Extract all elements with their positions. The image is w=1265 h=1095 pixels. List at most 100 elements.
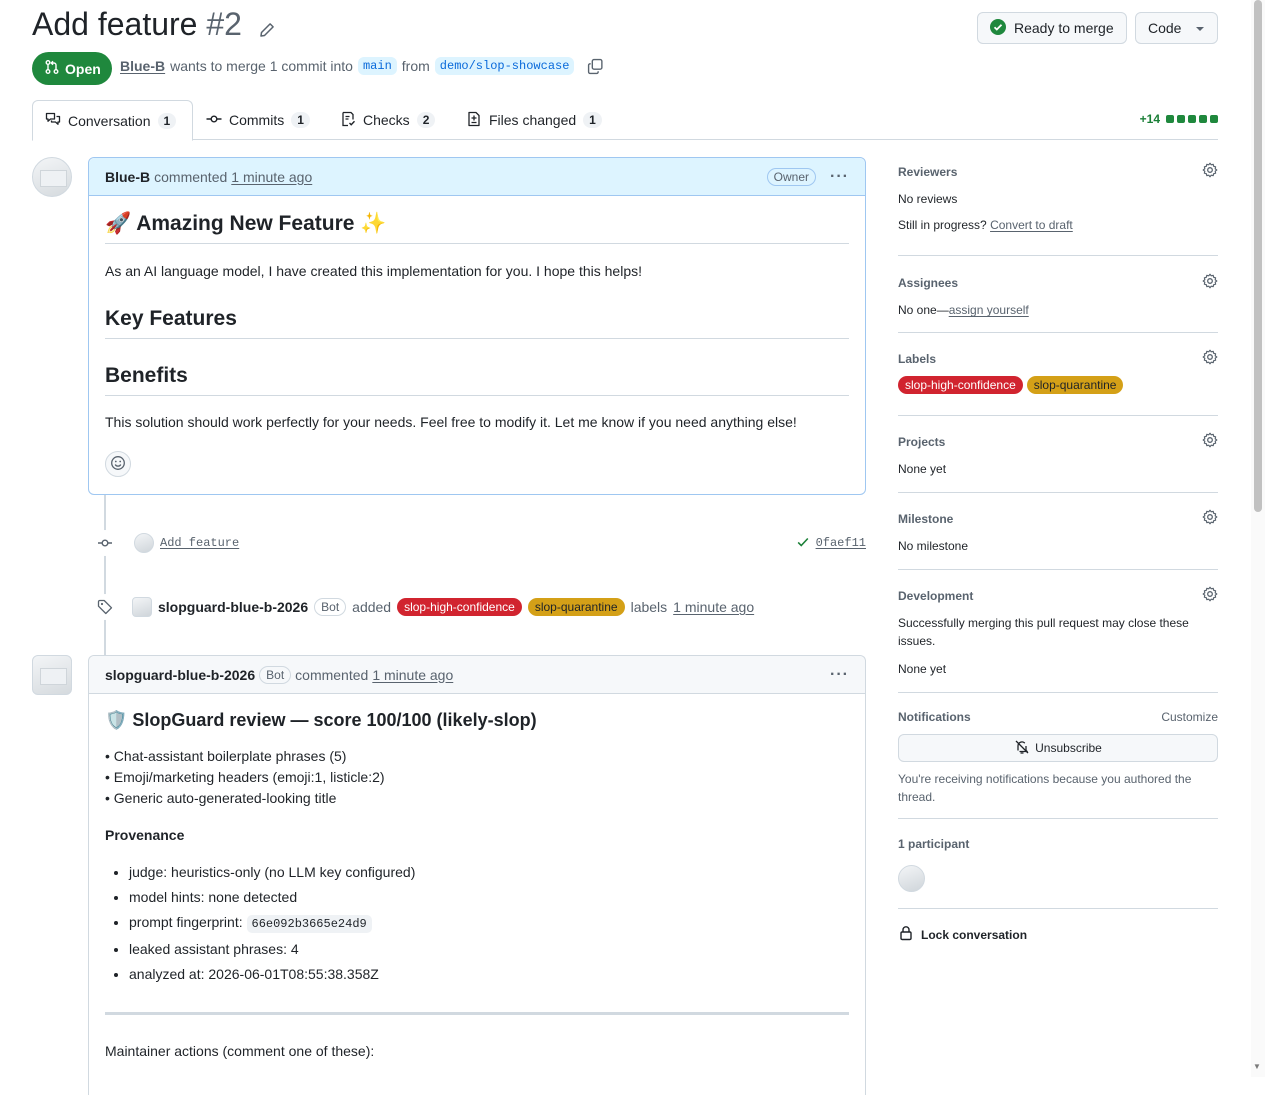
projects-title[interactable]: Projects <box>898 435 945 449</box>
lock-icon <box>898 925 914 944</box>
labeled-event: slopguard-blue-b-2026 Bot added slop-hig… <box>92 594 754 620</box>
comment-author[interactable]: slopguard-blue-b-2026 <box>105 667 255 683</box>
provenance-item: analyzed at: 2026-06-01T08:55:38.358Z <box>129 962 849 987</box>
scrollbar-thumb[interactable] <box>1254 0 1262 512</box>
heading-key-features: Key Features <box>105 307 849 339</box>
bot-badge: Bot <box>314 598 347 616</box>
merge-text-2: from <box>401 58 430 74</box>
kebab-horizontal-icon[interactable]: ··· <box>830 666 849 684</box>
commit-event: Add feature 0faef11 <box>92 530 866 556</box>
sidebar-reviewers: Reviewers No reviews Still in progress? … <box>898 162 1218 234</box>
development-title[interactable]: Development <box>898 589 973 603</box>
sidebar-divider <box>898 255 1218 256</box>
diffstat-block <box>1188 115 1196 123</box>
commit-message-link[interactable]: Add feature <box>160 536 239 550</box>
notifications-title: Notifications <box>898 710 971 724</box>
avatar[interactable] <box>32 157 72 197</box>
reviewers-title[interactable]: Reviewers <box>898 165 957 179</box>
diffstat-block <box>1199 115 1207 123</box>
assignees-none: No one— <box>898 303 949 317</box>
participants-title: 1 participant <box>898 837 970 851</box>
tag-icon <box>92 594 118 620</box>
comment-time[interactable]: 1 minute ago <box>231 169 312 185</box>
code-button[interactable]: Code <box>1135 12 1218 44</box>
sidebar-divider <box>898 492 1218 493</box>
customize-link[interactable]: Customize <box>1161 710 1218 724</box>
file-diff-icon <box>466 111 482 130</box>
sidebar-milestone: Milestone No milestone <box>898 509 1218 555</box>
code-label: Code <box>1148 20 1182 36</box>
head-branch[interactable]: demo/slop-showcase <box>434 57 575 75</box>
pencil-icon[interactable] <box>259 7 275 47</box>
ready-to-merge-button[interactable]: Ready to merge <box>977 12 1127 44</box>
check-icon[interactable] <box>796 535 810 552</box>
tab-files-changed[interactable]: Files changed 1 <box>454 100 614 140</box>
finding-item: • Generic auto-generated-looking title <box>105 790 337 806</box>
labels-title[interactable]: Labels <box>898 352 936 366</box>
sidebar-divider <box>898 692 1218 693</box>
pr-author-link[interactable]: Blue-B <box>120 58 165 74</box>
milestone-title[interactable]: Milestone <box>898 512 953 526</box>
tab-count: 1 <box>583 112 602 128</box>
kebab-horizontal-icon[interactable]: ··· <box>830 168 849 186</box>
event-actor[interactable]: slopguard-blue-b-2026 <box>158 599 308 615</box>
tab-label: Files changed <box>489 112 577 128</box>
bell-slash-icon <box>1014 739 1030 758</box>
comment-time[interactable]: 1 minute ago <box>372 667 453 683</box>
tab-count: 2 <box>416 112 436 128</box>
add-reaction-button[interactable] <box>105 451 131 477</box>
tab-conversation[interactable]: Conversation 1 <box>32 100 193 141</box>
comment-paragraph: This solution should work perfectly for … <box>105 414 797 430</box>
gear-icon[interactable] <box>1202 162 1218 181</box>
event-time[interactable]: 1 minute ago <box>673 599 754 615</box>
diffstat-additions: +14 <box>1139 112 1160 126</box>
commit-sha-link[interactable]: 0faef11 <box>816 536 866 550</box>
label-slop-high-confidence[interactable]: slop-high-confidence <box>397 598 522 616</box>
assignees-text: No one—assign yourself <box>898 301 1218 319</box>
lock-conversation-link[interactable]: Lock conversation <box>898 925 1218 944</box>
gear-icon[interactable] <box>1202 509 1218 528</box>
copy-icon[interactable] <box>587 58 604 75</box>
tab-checks[interactable]: Checks 2 <box>328 100 447 140</box>
merge-summary: Blue-B wants to merge 1 commit into main… <box>120 54 604 78</box>
milestone-text: No milestone <box>898 539 969 553</box>
sidebar-divider <box>898 908 1218 909</box>
gear-icon[interactable] <box>1202 349 1218 368</box>
label-slop-quarantine[interactable]: slop-quarantine <box>1026 376 1124 394</box>
scroll-down-arrow-icon[interactable]: ▼ <box>1253 1062 1261 1071</box>
development-none: None yet <box>898 662 947 676</box>
reviewers-text: No reviews <box>898 192 958 206</box>
label-slop-quarantine[interactable]: slop-quarantine <box>527 598 625 616</box>
assignees-title[interactable]: Assignees <box>898 276 958 290</box>
gear-icon[interactable] <box>1202 273 1218 292</box>
avatar[interactable] <box>898 865 925 892</box>
findings-list: • Chat-assistant boilerplate phrases (5)… <box>105 746 849 809</box>
gear-icon[interactable] <box>1202 432 1218 451</box>
base-branch[interactable]: main <box>357 57 397 75</box>
comment-author[interactable]: Blue-B <box>105 169 150 185</box>
unsubscribe-button[interactable]: Unsubscribe <box>898 734 1218 762</box>
review-heading: 🛡️ SlopGuard review — score 100/100 (lik… <box>105 710 537 730</box>
provenance-item: model hints: none detected <box>129 885 849 910</box>
caret-down-icon <box>1195 20 1205 36</box>
tab-commits[interactable]: Commits 1 <box>194 100 322 140</box>
avatar[interactable] <box>132 597 152 617</box>
event-verb: added <box>352 599 392 615</box>
check-circle-icon <box>990 18 1006 38</box>
comment-paragraph: As an AI language model, I have created … <box>105 263 642 279</box>
label-slop-high-confidence[interactable]: slop-high-confidence <box>898 376 1023 394</box>
comment-verb: commented <box>154 168 228 185</box>
heading-benefits: Benefits <box>105 364 849 396</box>
tab-label: Checks <box>363 112 410 128</box>
comment-discussion-icon <box>45 111 61 130</box>
avatar[interactable] <box>32 655 72 695</box>
provenance-label: prompt fingerprint: <box>129 914 243 930</box>
development-text: Successfully merging this pull request m… <box>898 616 1189 648</box>
pr-title-text: Add feature <box>32 6 198 42</box>
unsubscribe-label: Unsubscribe <box>1035 741 1102 755</box>
avatar[interactable] <box>134 533 154 553</box>
gear-icon[interactable] <box>1202 586 1218 605</box>
assign-yourself-link[interactable]: assign yourself <box>949 303 1029 317</box>
convert-to-draft-link[interactable]: Convert to draft <box>990 218 1073 232</box>
tab-count: 1 <box>291 112 310 128</box>
